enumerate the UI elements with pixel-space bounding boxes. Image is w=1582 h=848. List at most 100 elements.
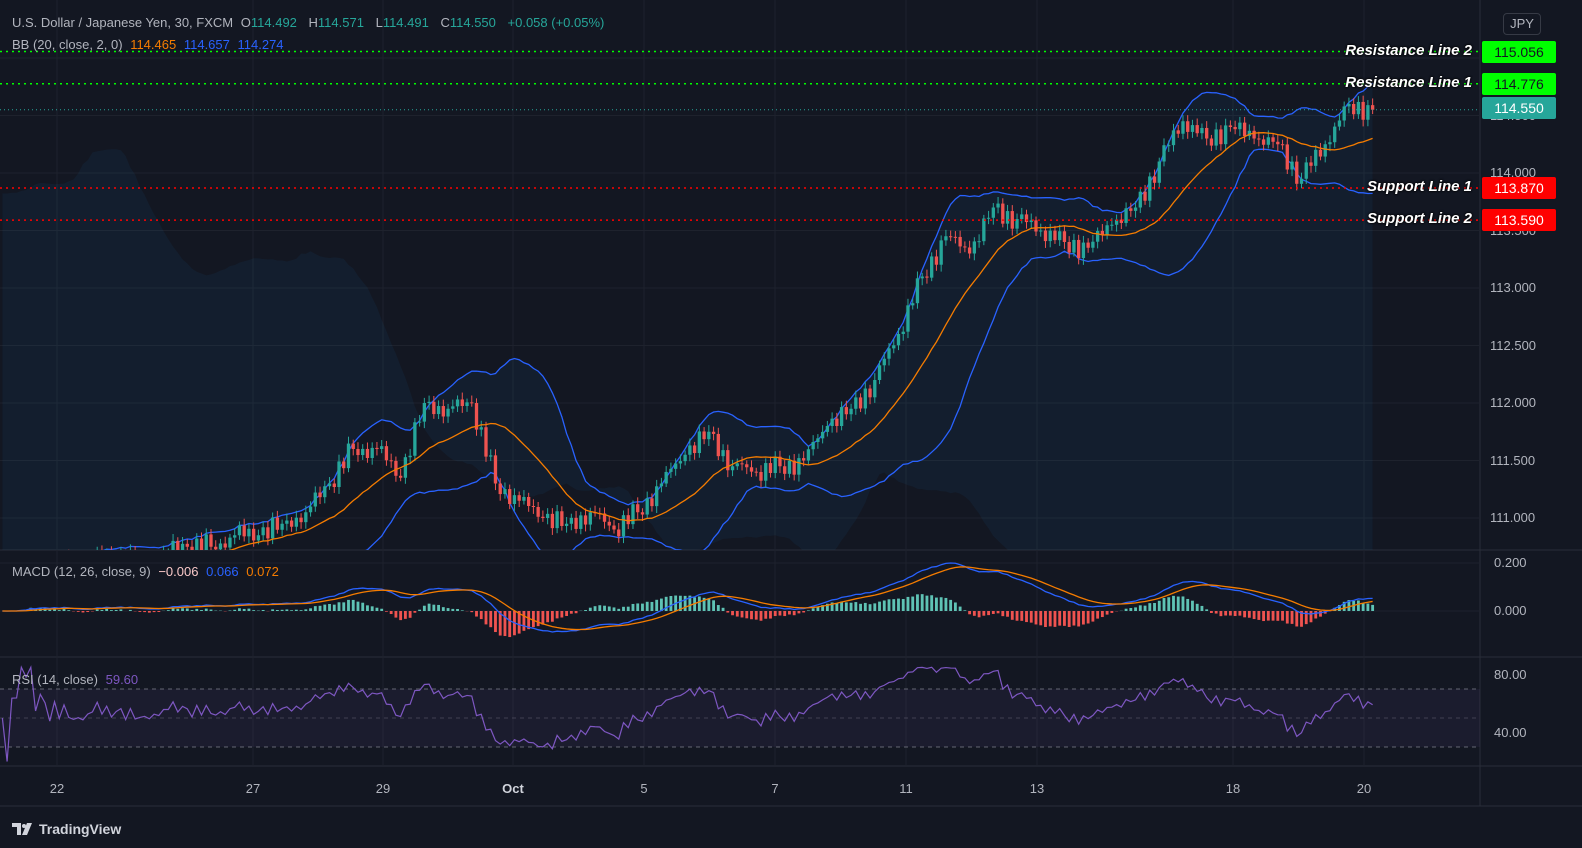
close-value: 114.550 xyxy=(449,15,496,30)
candle xyxy=(228,537,232,548)
candle xyxy=(1361,101,1365,120)
candle xyxy=(261,527,265,536)
candle xyxy=(707,431,711,440)
candle xyxy=(541,516,545,518)
candle xyxy=(664,471,668,484)
candle xyxy=(1005,211,1010,224)
candle xyxy=(185,543,189,547)
candle xyxy=(631,504,635,525)
candle xyxy=(455,399,460,407)
candle xyxy=(787,460,792,474)
candle xyxy=(280,523,284,530)
rsi-legend[interactable]: RSI (14, close) 59.60 xyxy=(12,672,142,687)
candle xyxy=(503,489,507,495)
price-tick: 112.500 xyxy=(1490,337,1537,353)
candle xyxy=(1238,122,1242,130)
macd-label: MACD (12, 26, close, 9) xyxy=(12,564,151,579)
time-tick: 7 xyxy=(771,781,779,796)
level-price-tag: 114.776 xyxy=(1482,72,1556,95)
candle xyxy=(1129,208,1133,211)
candle xyxy=(361,448,365,456)
candle xyxy=(545,513,550,518)
currency-button[interactable]: JPY xyxy=(1503,13,1541,35)
candle xyxy=(1195,125,1199,134)
candle xyxy=(1205,127,1209,139)
candle xyxy=(702,431,706,440)
candle xyxy=(209,534,213,547)
candle xyxy=(612,525,616,530)
candle xyxy=(583,515,588,525)
macd-legend[interactable]: MACD (12, 26, close, 9) −0.006 0.066 0.0… xyxy=(12,564,283,579)
symbol-title: U.S. Dollar / Japanese Yen, 30, FXCM xyxy=(12,15,234,30)
candle xyxy=(579,515,583,529)
time-tick: Oct xyxy=(502,781,524,796)
candle xyxy=(1167,145,1171,147)
bb-basis-value: 114.465 xyxy=(130,37,177,52)
candle xyxy=(645,498,649,515)
candle xyxy=(1024,214,1029,223)
chart-canvas[interactable] xyxy=(0,0,1582,848)
candle xyxy=(820,431,825,439)
rsi-label: RSI (14, close) xyxy=(12,672,98,687)
candle xyxy=(621,515,626,537)
candle xyxy=(204,534,208,550)
candle xyxy=(868,388,872,398)
candle xyxy=(1157,161,1161,183)
candle xyxy=(1257,138,1261,140)
candle xyxy=(915,278,920,304)
candle xyxy=(920,276,924,279)
bb-legend[interactable]: BB (20, close, 2, 0) 114.465 114.657 114… xyxy=(12,37,288,52)
candle xyxy=(508,489,512,505)
candle xyxy=(1138,191,1142,208)
high-label: H114.571 xyxy=(309,15,368,30)
bb-label: BB (20, close, 2, 0) xyxy=(12,37,123,52)
candle xyxy=(522,496,526,501)
candle xyxy=(1110,224,1114,226)
time-tick: 18 xyxy=(1225,781,1241,796)
candle xyxy=(1219,129,1223,145)
tradingview-logo-icon xyxy=(12,823,32,835)
candle xyxy=(1233,127,1237,130)
candle xyxy=(256,535,261,541)
candle xyxy=(356,449,360,456)
candle xyxy=(1318,149,1323,157)
candle xyxy=(982,218,986,242)
candle xyxy=(1095,230,1100,242)
change-value: +0.058 (+0.05%) xyxy=(507,15,605,30)
candle xyxy=(413,422,417,456)
level-label: Resistance Line 1 xyxy=(1345,73,1472,91)
candle xyxy=(275,517,280,530)
rsi-tick: 40.00 xyxy=(1494,724,1527,740)
candle xyxy=(517,495,521,501)
candle xyxy=(802,458,806,461)
candle xyxy=(1190,125,1195,132)
candle xyxy=(1081,242,1086,259)
candle xyxy=(1295,161,1299,184)
candle xyxy=(816,438,820,443)
candle xyxy=(692,445,697,454)
candle xyxy=(986,217,991,219)
candle xyxy=(764,463,768,481)
candle xyxy=(721,450,725,457)
candle xyxy=(1152,176,1157,183)
candle xyxy=(1290,161,1294,170)
candle xyxy=(436,406,441,415)
bb-lower-value: 114.274 xyxy=(237,37,284,52)
candle xyxy=(659,483,664,487)
macd-signal-value: 0.072 xyxy=(246,564,279,579)
candle xyxy=(835,418,839,426)
candle xyxy=(948,236,953,238)
candle xyxy=(1072,239,1076,253)
candle xyxy=(484,427,488,457)
candle xyxy=(1228,125,1233,127)
candle xyxy=(398,475,403,478)
candle xyxy=(1048,230,1052,242)
candle xyxy=(1314,149,1318,166)
candle xyxy=(446,408,450,417)
tradingview-logo[interactable]: TradingView xyxy=(12,821,121,837)
candle xyxy=(783,466,787,474)
candle xyxy=(1043,230,1048,242)
candle xyxy=(403,457,408,478)
candle xyxy=(688,445,692,455)
candle xyxy=(1133,207,1138,211)
